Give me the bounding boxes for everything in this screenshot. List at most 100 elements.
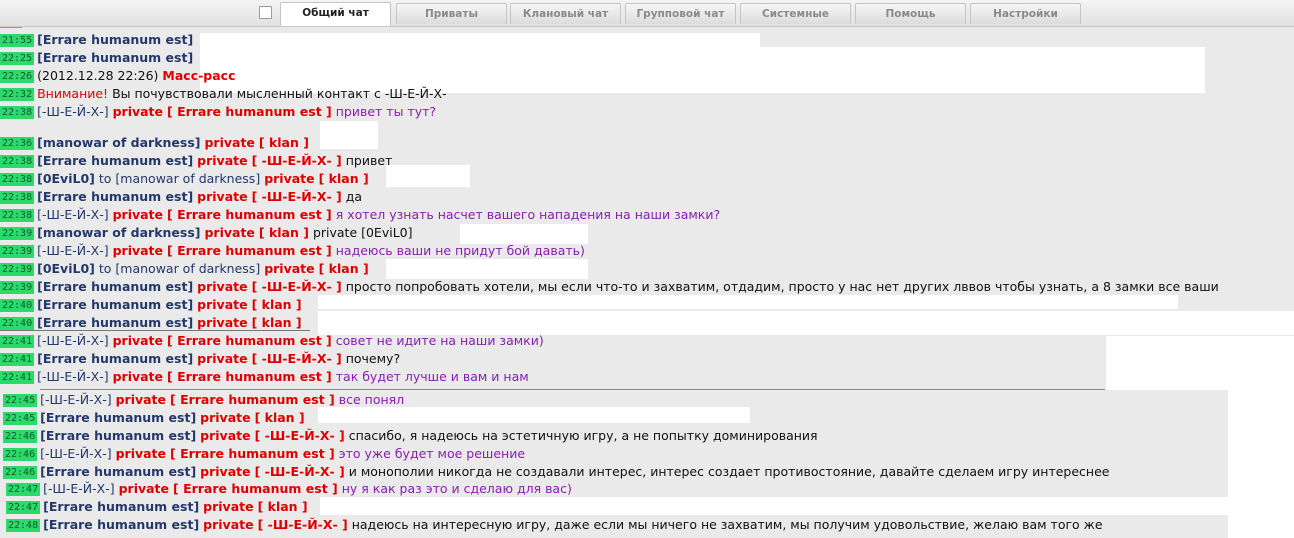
chat-line: 22:46 [Errare humanum est] private [ -Ш-Е… bbox=[3, 427, 818, 445]
sender[interactable]: [-Ш-Е-Й-Х-] bbox=[43, 481, 114, 496]
chat-line: 22:41 [Errare humanum est] private [ -Ш-Е… bbox=[0, 350, 400, 368]
sender[interactable]: [-Ш-Е-Й-Х-] bbox=[40, 446, 111, 461]
private-label: private bbox=[264, 261, 315, 276]
message-text: совет не идите на наши замки) bbox=[335, 333, 544, 348]
private-label: private bbox=[112, 207, 164, 222]
chat-line: 22:39 [-Ш-Е-Й-Х-] private [ Errare humanu… bbox=[0, 242, 585, 260]
message-text: это уже будет мое решение bbox=[338, 446, 526, 461]
timestamp: 22:46 bbox=[3, 466, 38, 479]
recipient[interactable]: [ Errare humanum est ] bbox=[167, 333, 332, 348]
tab-privates[interactable]: Приваты bbox=[396, 3, 507, 24]
chat-line: 22:38 [-Ш-Е-Й-Х-] private [ Errare humanu… bbox=[0, 206, 720, 224]
recipient[interactable]: [ Errare humanum est ] bbox=[167, 369, 332, 384]
private-label: private bbox=[112, 333, 164, 348]
chat-line: 22:45 [-Ш-Е-Й-Х-] private [ Errare humanu… bbox=[3, 391, 404, 409]
sender[interactable]: [-Ш-Е-Й-Х-] bbox=[37, 104, 108, 119]
private-label: private bbox=[264, 171, 315, 186]
sender[interactable]: [manowar of darkness] bbox=[37, 135, 200, 150]
recipient[interactable]: [ -Ш-Е-Й-Х- ] bbox=[252, 279, 342, 294]
sender[interactable]: [Errare humanum est] bbox=[37, 315, 193, 330]
attention-text: Вы почувствовали мысленный контакт с -Ш-… bbox=[112, 86, 447, 101]
sender[interactable]: [-Ш-Е-Й-Х-] bbox=[37, 243, 108, 258]
chat-line: 22:38 [Errare humanum est] private [ -Ш-Е… bbox=[0, 188, 362, 206]
chat-line: 22:41 [-Ш-Е-Й-Х-] private [ Errare humanu… bbox=[0, 332, 544, 350]
message-text: надеюсь ваши не придут бой давать) bbox=[335, 243, 585, 258]
recipient[interactable]: [ -Ш-Е-Й-Х- ] bbox=[252, 189, 342, 204]
chat-line: 22:45 [Errare humanum est] private [ klan… bbox=[3, 409, 305, 427]
timestamp: 22:47 bbox=[6, 483, 41, 496]
chat-checkbox[interactable] bbox=[259, 6, 272, 19]
recipient[interactable]: [ -Ш-Е-Й-Х- ] bbox=[255, 464, 345, 479]
recipient[interactable]: [ klan ] bbox=[319, 171, 369, 186]
recipient[interactable]: [ klan ] bbox=[319, 261, 369, 276]
recipient[interactable]: [ klan ] bbox=[258, 499, 308, 514]
chat-line: 22:39 [0EviL0] to [manowar of darkness] p… bbox=[0, 260, 369, 278]
sender[interactable]: [Errare humanum est] bbox=[37, 153, 193, 168]
private-label: private bbox=[200, 464, 251, 479]
private-label: private bbox=[197, 297, 248, 312]
sender[interactable]: [Errare humanum est] bbox=[37, 297, 193, 312]
tab-system[interactable]: Системные bbox=[740, 3, 851, 24]
sender[interactable]: [manowar of darkness] bbox=[37, 225, 200, 240]
sender[interactable]: [Errare humanum est] bbox=[40, 464, 196, 479]
timestamp: 22:48 bbox=[6, 519, 41, 532]
recipient[interactable]: [ klan ] bbox=[255, 410, 305, 425]
tab-group-chat[interactable]: Групповой чат bbox=[625, 3, 736, 24]
tab-help[interactable]: Помощь bbox=[855, 3, 966, 24]
recipient[interactable]: [ klan ] bbox=[252, 297, 302, 312]
tab-general-chat[interactable]: Общий чат bbox=[280, 2, 391, 26]
recipient[interactable]: [ -Ш-Е-Й-Х- ] bbox=[252, 351, 342, 366]
sender[interactable]: [-Ш-Е-Й-Х-] bbox=[37, 333, 108, 348]
sender[interactable]: [Errare humanum est] bbox=[43, 499, 199, 514]
sender[interactable]: [0EviL0] bbox=[37, 261, 95, 276]
sender[interactable]: [Errare humanum est] bbox=[37, 32, 193, 47]
timestamp: 22:41 bbox=[0, 353, 35, 366]
chat-line: 22:36 [manowar of darkness] private [ kla… bbox=[0, 134, 309, 152]
chat-line: 22:25 [Errare humanum est] bbox=[0, 49, 193, 67]
chat-line: 22:46 [Errare humanum est] private [ -Ш-Е… bbox=[3, 463, 1109, 481]
recipient[interactable]: [ Errare humanum est ] bbox=[167, 207, 332, 222]
redaction bbox=[460, 224, 588, 244]
sender[interactable]: [-Ш-Е-Й-Х-] bbox=[37, 207, 108, 222]
chat-tab-bar: Общий чат Приваты Клановый чат Групповой… bbox=[0, 0, 1294, 27]
sender[interactable]: [Errare humanum est] bbox=[40, 428, 196, 443]
tab-clan-chat[interactable]: Клановый чат bbox=[510, 3, 621, 24]
timestamp: 22:38 bbox=[0, 209, 35, 222]
sender[interactable]: [Errare humanum est] bbox=[37, 189, 193, 204]
recipient[interactable]: [ Errare humanum est ] bbox=[170, 392, 335, 407]
private-label: private bbox=[200, 428, 251, 443]
sender[interactable]: [-Ш-Е-Й-Х-] bbox=[40, 392, 111, 407]
recipient[interactable]: [ -Ш-Е-Й-Х- ] bbox=[255, 428, 345, 443]
chat-log: 21:[0EviL0] 21:55[Errare humanum est] 22… bbox=[0, 0, 1294, 538]
recipient[interactable]: [ Errare humanum est ] bbox=[170, 446, 335, 461]
sender[interactable]: [Errare humanum est] bbox=[40, 410, 196, 425]
recipient[interactable]: [ Errare humanum est ] bbox=[167, 243, 332, 258]
chat-line: 22:47 [-Ш-Е-Й-Х-] private [ Errare humanu… bbox=[6, 480, 572, 498]
chat-line: 22:32 Внимание! Вы почувствовали мысленны… bbox=[0, 85, 447, 103]
recipient[interactable]: [ -Ш-Е-Й-Х- ] bbox=[258, 517, 348, 532]
recipient[interactable]: [ Errare humanum est ] bbox=[167, 104, 332, 119]
redaction bbox=[386, 259, 588, 279]
private-label: private bbox=[118, 481, 170, 496]
recipient[interactable]: [ -Ш-Е-Й-Х- ] bbox=[252, 153, 342, 168]
tab-settings[interactable]: Настройки bbox=[970, 3, 1081, 24]
message-text: так будет лучше и вам и нам bbox=[335, 369, 529, 384]
private-label: private bbox=[197, 279, 248, 294]
sender[interactable]: [Errare humanum est] bbox=[37, 351, 193, 366]
to-target[interactable]: [manowar of darkness] bbox=[115, 171, 260, 186]
private-label: private bbox=[203, 499, 254, 514]
to-label: to bbox=[98, 171, 112, 186]
recipient[interactable]: [ klan ] bbox=[259, 225, 309, 240]
chat-line: 22:38 [Errare humanum est] private [ -Ш-Е… bbox=[0, 152, 392, 170]
message-text: привет bbox=[345, 153, 393, 168]
sender[interactable]: [0EviL0] bbox=[37, 171, 95, 186]
sender[interactable]: [-Ш-Е-Й-Х-] bbox=[37, 369, 108, 384]
recipient[interactable]: [ klan ] bbox=[259, 135, 309, 150]
sender[interactable]: [Errare humanum est] bbox=[37, 279, 193, 294]
recipient[interactable]: [ Errare humanum est ] bbox=[173, 481, 338, 496]
sender[interactable]: [Errare humanum est] bbox=[37, 50, 193, 65]
message-text: просто попробовать хотели, мы если что-т… bbox=[345, 279, 1219, 294]
sender[interactable]: [Errare humanum est] bbox=[43, 517, 199, 532]
to-target[interactable]: [manowar of darkness] bbox=[115, 261, 260, 276]
recipient[interactable]: [ klan ] bbox=[252, 315, 302, 330]
